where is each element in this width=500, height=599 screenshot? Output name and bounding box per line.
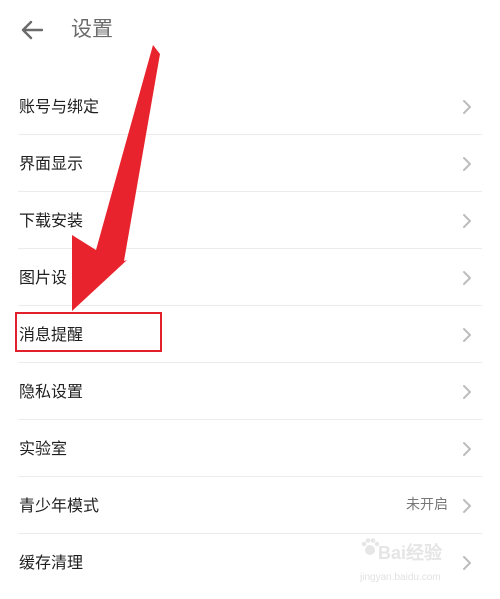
chevron-right-icon [463, 214, 471, 228]
settings-item-lab[interactable]: 实验室 [0, 420, 500, 477]
settings-item-label: 缓存清理 [19, 553, 84, 572]
settings-item-account-binding[interactable]: 账号与绑定 [0, 78, 500, 135]
chevron-right-icon [463, 100, 471, 114]
settings-item-teen-mode[interactable]: 青少年模式 未开启 [0, 477, 500, 534]
settings-item-label: 消息提醒 [19, 325, 84, 344]
settings-item-privacy[interactable]: 隐私设置 [0, 363, 500, 420]
settings-item-label: 界面显示 [19, 154, 84, 173]
chevron-right-icon [463, 271, 471, 285]
chevron-right-icon [463, 157, 471, 171]
settings-item-label: 图片设 [19, 268, 68, 287]
settings-item-label: 青少年模式 [19, 496, 100, 515]
settings-item-label: 下载安装 [19, 211, 84, 230]
settings-item-notifications[interactable]: 消息提醒 [0, 306, 500, 363]
chevron-right-icon [463, 442, 471, 456]
chevron-right-icon [463, 556, 471, 570]
chevron-right-icon [463, 328, 471, 342]
teen-mode-status: 未开启 [406, 497, 448, 513]
chevron-right-icon [463, 499, 471, 513]
settings-item-label: 账号与绑定 [19, 97, 100, 116]
settings-item-clear-cache[interactable]: 缓存清理 [0, 534, 500, 591]
settings-item-label: 隐私设置 [19, 382, 84, 401]
arrow-left-icon [21, 20, 43, 40]
section-divider [0, 58, 500, 78]
page-title: 设置 [71, 17, 113, 41]
top-bar: 设置 [0, 0, 500, 58]
settings-item-image[interactable]: 图片设 [0, 249, 500, 306]
settings-list: 账号与绑定 界面显示 下载安装 图片设 消息提醒 隐私设置 实验室 青少年模式 … [0, 78, 500, 591]
settings-item-display[interactable]: 界面显示 [0, 135, 500, 192]
settings-item-label: 实验室 [19, 439, 68, 458]
settings-item-download-install[interactable]: 下载安装 [0, 192, 500, 249]
chevron-right-icon [463, 385, 471, 399]
back-button[interactable] [16, 14, 48, 46]
